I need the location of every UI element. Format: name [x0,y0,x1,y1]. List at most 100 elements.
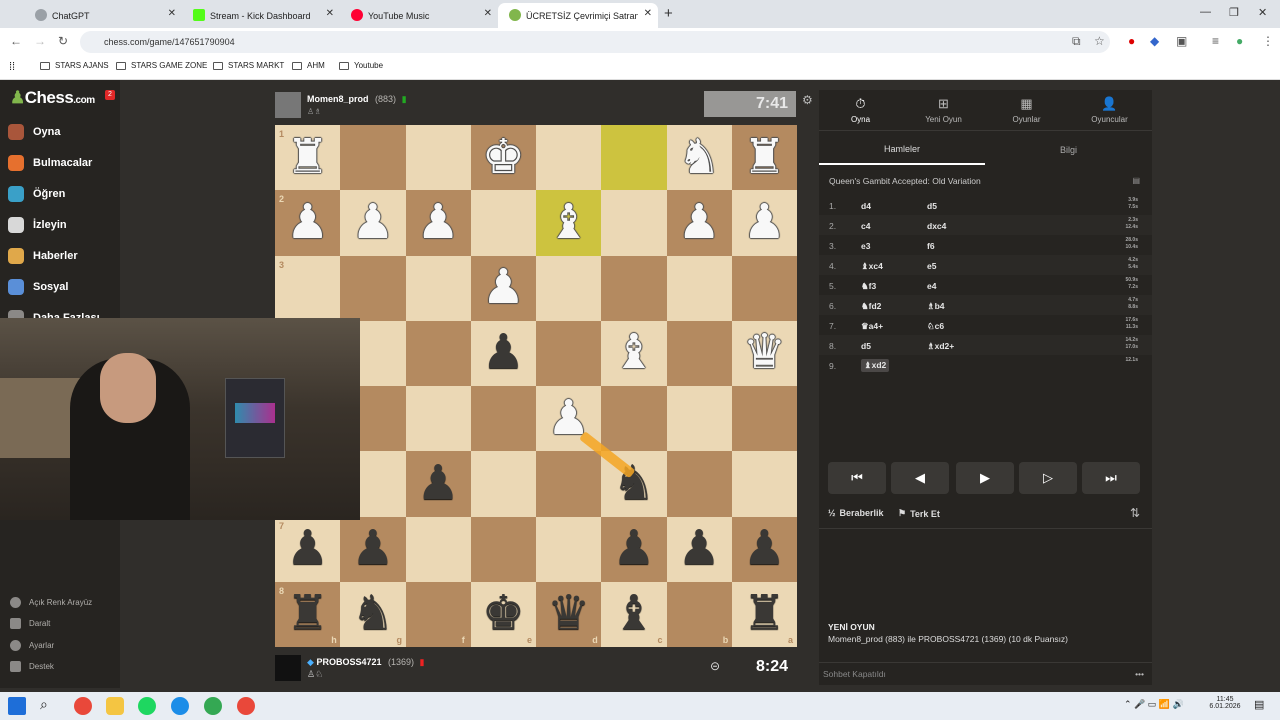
bookmark-stars-game-zone[interactable]: STARS GAME ZONE [116,61,207,70]
play-moves-button[interactable]: ▶ [956,462,1014,494]
sidebar-item-learn[interactable]: Öğren [8,186,65,202]
flip-board-icon[interactable]: ⇅ [1130,506,1140,520]
board-square[interactable] [340,255,406,321]
black-pawn-icon[interactable]: ♟ [667,517,732,582]
search-icon[interactable]: ⌕ [40,696,58,714]
install-app-icon[interactable]: ⧉ [1072,34,1081,49]
tab-players[interactable]: 👤 Oyuncular [1068,90,1151,130]
black-pawn-icon[interactable]: ♟ [340,517,405,582]
board-square[interactable] [405,320,471,386]
chrome-taskbar-icon[interactable] [74,697,92,715]
obs-icon[interactable] [237,697,255,715]
black-move[interactable]: ♗xd2+ [927,341,954,352]
browser-tab-youtube-music[interactable]: YouTube Music ✕ [340,3,498,28]
reload-icon[interactable]: ↻ [58,34,68,48]
black-bishop-icon[interactable]: ♝ [601,582,666,647]
top-player-avatar[interactable] [275,92,301,118]
chess-logo[interactable]: ♟Chess.com [10,88,95,108]
sidebar-item-watch[interactable]: İzleyin [8,217,67,233]
browser-tab-kick[interactable]: Stream - Kick Dashboard ✕ [182,3,340,28]
black-rook-icon[interactable]: ♜ [275,582,340,647]
board-square[interactable] [340,125,406,191]
settings-button[interactable]: Ayarlar [10,640,54,651]
collapse-button[interactable]: Daralt [10,618,50,629]
profile-avatar-icon[interactable]: ● [1236,34,1243,48]
board-square[interactable] [601,255,667,321]
black-move[interactable]: e5 [927,261,936,271]
close-tab-icon[interactable]: ✕ [168,8,176,19]
translate-extension-icon[interactable]: ◆ [1150,34,1159,48]
file-explorer-icon[interactable] [106,697,124,715]
spotify-icon[interactable] [138,697,156,715]
board-square[interactable] [601,125,667,191]
board-square[interactable] [536,516,602,582]
bookmark-stars-markt[interactable]: STARS MARKT [213,61,284,70]
board-square[interactable] [536,320,602,386]
tab-games[interactable]: ▦ Oyunlar [985,90,1068,130]
draw-button[interactable]: ½ Beraberlik [828,508,884,518]
board-square[interactable] [666,386,732,452]
board-square[interactable] [275,255,341,321]
black-rook-icon[interactable]: ♜ [732,582,797,647]
black-king-icon[interactable]: ♚ [471,582,536,647]
white-king-icon[interactable]: ♚ [471,125,536,190]
board-square[interactable] [536,451,602,517]
white-move[interactable]: d5 [861,341,871,351]
minimize-icon[interactable]: — [1200,6,1211,18]
board-square[interactable] [731,451,797,517]
sidebar-item-social[interactable]: Sosyal [8,279,68,295]
opening-name[interactable]: Queen's Gambit Accepted: Old Variation [829,176,981,186]
subtab-info[interactable]: Bilgi [985,135,1152,165]
bookmark-youtube[interactable]: Youtube [339,61,383,70]
book-icon[interactable]: ▤ [1132,176,1140,185]
black-move[interactable]: ♘c6 [927,321,944,332]
white-knight-icon[interactable]: ♞ [667,125,732,190]
board-square[interactable] [470,386,536,452]
top-player-name[interactable]: Momen8_prod [307,94,369,104]
board-square[interactable] [536,125,602,191]
bookmark-ahm[interactable]: AHM [292,61,325,70]
next-move-button[interactable]: ▷ [1019,462,1077,494]
menu-dots-icon[interactable]: ⋮ [1262,34,1274,48]
bookmark-star-icon[interactable]: ☆ [1094,34,1105,48]
tab-new-game[interactable]: ⊞ Yeni Oyun [902,90,985,130]
media-icon[interactable]: ≡ [1212,34,1219,48]
black-queen-icon[interactable]: ♛ [536,582,601,647]
sidebar-item-news[interactable]: Haberler [8,248,78,264]
browser-tab-chess[interactable]: ÜCRETSİZ Çevrimiçi Satranç Oy ✕ [498,3,658,28]
white-move[interactable]: d4 [861,201,871,211]
support-button[interactable]: Destek [10,661,54,672]
white-rook-icon[interactable]: ♜ [732,125,797,190]
black-pawn-icon[interactable]: ♟ [471,321,536,386]
black-pawn-icon[interactable]: ♟ [732,517,797,582]
board-square[interactable] [666,255,732,321]
light-mode-toggle[interactable]: Açık Renk Arayüz [10,597,92,608]
board-square[interactable] [405,125,471,191]
app-icon[interactable] [171,697,189,715]
bookmark-stars-ajans[interactable]: STARS AJANS [40,61,109,70]
white-bishop-icon[interactable]: ♝ [601,321,666,386]
tray-icons[interactable]: ⌃ 🎤 ▭ 📶 🔊 [1124,699,1184,710]
browser-tab-chatgpt[interactable]: ChatGPT ✕ [24,3,182,28]
black-pawn-icon[interactable]: ♟ [601,517,666,582]
apps-grid-icon[interactable]: ⁞⁞ [9,61,15,73]
resign-button[interactable]: ⚑ Terk Et [898,508,940,519]
board-square[interactable] [405,255,471,321]
white-move[interactable]: c4 [861,221,870,231]
board-settings-icon[interactable]: ⚙ [802,93,813,107]
previous-move-button[interactable]: ◀ [891,462,949,494]
white-queen-icon[interactable]: ♛ [732,321,797,386]
board-square[interactable] [666,320,732,386]
black-move[interactable]: dxc4 [927,221,946,231]
black-move[interactable]: ♗b4 [927,301,945,312]
more-dots-icon[interactable]: ••• [1135,669,1144,679]
subtab-moves[interactable]: Hamleler [819,135,985,165]
white-move[interactable]: e3 [861,241,870,251]
white-move[interactable]: ♝xd2 [861,359,890,372]
board-square[interactable] [731,386,797,452]
white-rook-icon[interactable]: ♜ [275,125,340,190]
board-square[interactable] [601,386,667,452]
restore-icon[interactable]: ❐ [1229,6,1239,19]
back-icon[interactable]: ← [10,34,22,48]
black-pawn-icon[interactable]: ♟ [406,451,471,516]
